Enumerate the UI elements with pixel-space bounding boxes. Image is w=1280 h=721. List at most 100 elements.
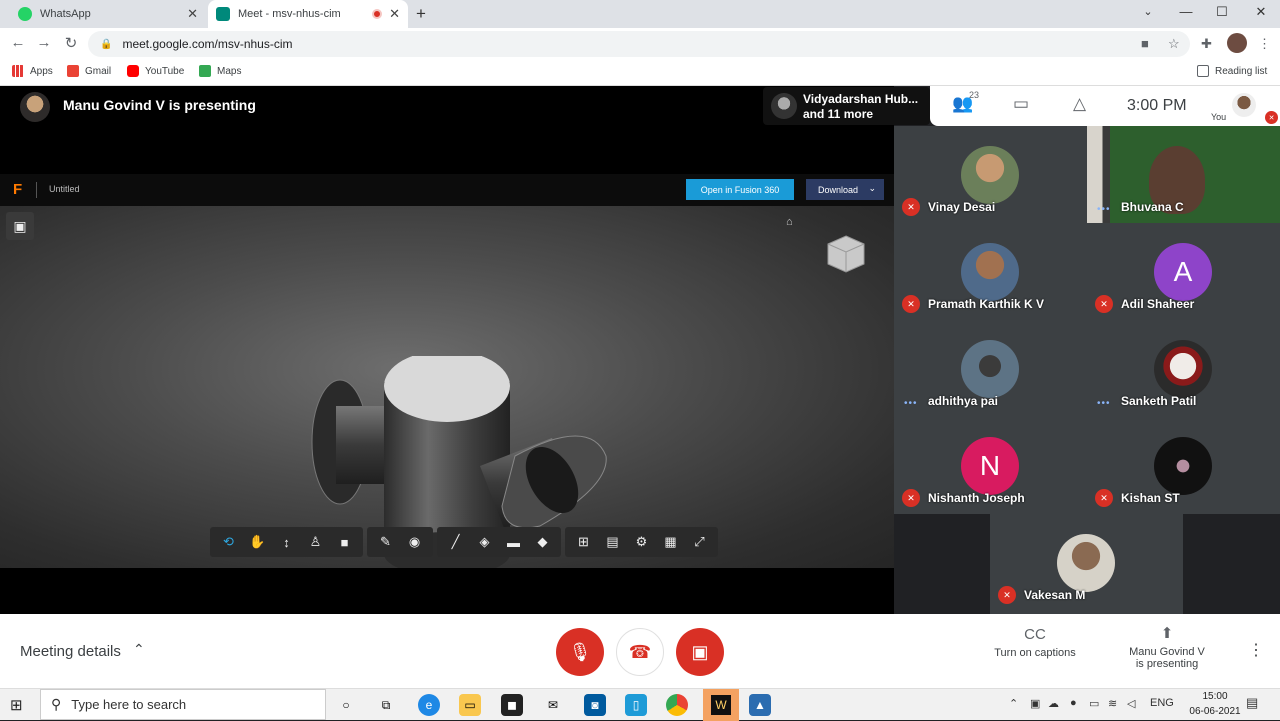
close-icon[interactable]: ✕ [187,6,198,22]
tray-date[interactable]: 06-06-2021 [1180,706,1250,717]
participant-tile[interactable]: ••• Bhuvana C [1087,126,1280,223]
onedrive-icon[interactable]: ☁ [1048,697,1059,710]
section-icon[interactable]: ◈ [470,527,499,557]
participant-tile[interactable]: ••• Sanketh Patil [1087,320,1280,417]
tray-app-icon[interactable]: ▣ [1030,697,1040,710]
viewcube-icon[interactable] [824,232,868,276]
tab-search-icon[interactable]: ⌄ [1136,5,1160,18]
store-icon[interactable]: ◼ [501,694,523,716]
participant-tile[interactable]: ✕ Pramath Karthik K V [894,223,1087,320]
forward-icon[interactable]: → [34,34,54,51]
bookmark-star-icon[interactable]: ☆ [1168,36,1180,52]
close-icon[interactable]: ✕ [389,6,400,22]
activities-icon[interactable]: △ [1073,94,1086,114]
reload-icon[interactable]: ↻ [61,34,81,52]
chrome-icon[interactable] [666,694,688,716]
participant-tile[interactable]: ✕ Vinay Desai [894,126,1087,223]
file-explorer-icon[interactable]: ▭ [459,694,481,716]
download-button[interactable]: Download ⌄ [806,179,884,200]
bookmark-apps[interactable]: Apps [12,65,53,77]
present-button[interactable]: ⬆ Manu Govind V is presenting [1117,624,1217,670]
open-in-fusion-button[interactable]: Open in Fusion 360 [686,179,794,200]
bookmark-gmail[interactable]: Gmail [67,65,111,77]
leave-call-button[interactable]: ☎ [616,628,664,676]
avatar [771,93,797,119]
bookmark-youtube[interactable]: YouTube [127,65,184,77]
mail-icon[interactable]: ✉ [542,694,564,716]
pan-icon[interactable]: ✋ [243,527,272,557]
camera-off-icon: ▣ [691,641,709,662]
orbit-icon[interactable]: ⟲ [214,527,243,557]
structure-icon[interactable]: ⊞ [569,527,598,557]
mic-off-button[interactable]: 🎙 [556,628,604,676]
extensions-icon[interactable]: ✚ [1201,36,1212,52]
others-indicator[interactable]: Vidyadarshan Hub... and 11 more [763,87,930,125]
dell-icon[interactable]: ◙ [584,694,606,716]
camera-icon[interactable]: ■ [1141,36,1149,51]
url-bar[interactable]: 🔒 meet.google.com/msv-nhus-cim [88,31,1190,57]
maximize-icon[interactable]: ☐ [1210,4,1234,20]
taskbar-search[interactable]: ⚲ Type here to search [40,689,326,720]
home-icon[interactable]: ⌂ [786,216,793,228]
meet-icon [216,7,230,21]
minimize-icon[interactable]: — [1174,4,1198,19]
show-hidden-icon[interactable]: ⌃ [1009,697,1018,710]
notifications-icon[interactable]: ▤ [1246,695,1258,711]
model-browser-icon[interactable]: ▣ [6,212,34,240]
settings-icon[interactable]: ⚙ [627,527,656,557]
participant-tile[interactable]: ••• adhithya pai [894,320,1087,417]
reading-list[interactable]: Reading list [1197,65,1267,77]
new-tab-icon[interactable]: + [416,4,426,24]
language-indicator[interactable]: ENG [1150,697,1174,709]
3d-viewport[interactable]: ▣ ⌂ [0,206,894,568]
camera-icon[interactable]: ■ [330,527,359,557]
more-options-icon[interactable]: ⋮ [1248,640,1264,660]
menu-dots-icon[interactable]: ⋮ [1258,36,1271,52]
zoom-icon[interactable]: ↕ [272,527,301,557]
tray-time[interactable]: 15:00 [1185,691,1245,702]
participant-tile[interactable]: ✕ Kishan ST [1087,417,1280,514]
model-icon[interactable]: ◆ [528,527,557,557]
fullscreen-icon[interactable]: ⤢ [685,527,714,557]
notepad-icon[interactable]: ▯ [625,694,647,716]
wifi-icon[interactable]: ≋ [1108,697,1117,710]
markup-icon[interactable]: ✎ [371,527,400,557]
edge-icon[interactable]: e [418,694,440,716]
chat-icon[interactable]: ▭ [1013,94,1029,114]
maps-icon [199,65,211,77]
profile-avatar[interactable] [1227,33,1247,53]
meeting-details-button[interactable]: Meeting details [20,643,121,660]
participant-tile[interactable]: ✕ Vakesan M [990,514,1183,614]
explode-icon[interactable]: ▬ [499,527,528,557]
measure-icon[interactable]: ╱ [441,527,470,557]
bookmark-maps[interactable]: Maps [199,65,241,77]
print-icon[interactable]: ▦ [656,527,685,557]
first-person-icon[interactable]: ♙ [301,527,330,557]
avatar [961,340,1019,398]
tab-title: WhatsApp [40,8,91,20]
camera-off-button[interactable]: ▣ [676,628,724,676]
microphone-icon[interactable]: ● [1070,697,1077,709]
chevron-up-icon[interactable]: ⌃ [133,641,145,658]
waves-icon[interactable]: W [703,689,739,721]
properties-icon[interactable]: ▤ [598,527,627,557]
photos-icon[interactable]: ▲ [749,694,771,716]
participant-tile[interactable]: A ✕ Adil Shaheer [1087,223,1280,320]
meet-top-bar: 👥 23 ▭ △ 3:00 PM You ✕ [930,86,1280,126]
task-view-icon[interactable]: ⧉ [375,694,397,716]
window-close-icon[interactable]: ✕ [1249,4,1273,20]
windows-taskbar: ⊞ ⚲ Type here to search ○ ⧉ e ▭ ◼ ✉ ◙ ▯ … [0,688,1280,721]
windows-start-icon[interactable]: ⊞ [10,696,23,714]
back-icon[interactable]: ← [8,34,28,51]
participant-name: Kishan ST [1121,491,1180,505]
participant-tile[interactable]: N ✕ Nishanth Joseph [894,417,1087,514]
cortana-icon[interactable]: ○ [335,694,357,716]
battery-icon[interactable]: ▭ [1089,697,1099,710]
tab-meet[interactable]: Meet - msv-nhus-cim ✕ [208,0,408,28]
captions-button[interactable]: CC Turn on captions [990,626,1080,659]
chevron-down-icon: ⌄ [868,183,876,193]
tab-whatsapp[interactable]: WhatsApp ✕ [8,0,206,28]
fusion-logo: F [13,181,23,198]
volume-icon[interactable]: ◁ [1127,697,1135,710]
visibility-icon[interactable]: ◉ [400,527,429,557]
